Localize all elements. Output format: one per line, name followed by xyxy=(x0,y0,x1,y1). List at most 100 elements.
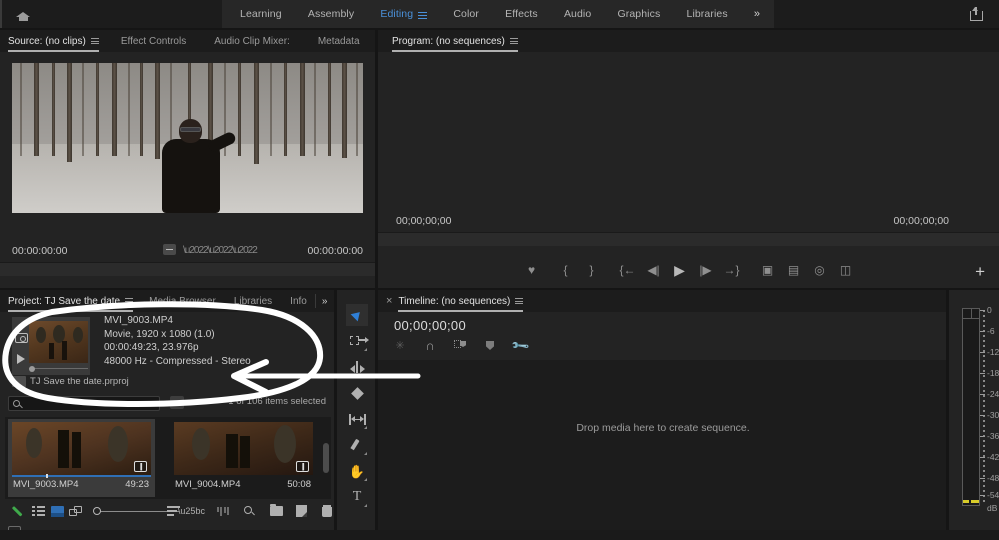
workspace-effects[interactable]: Effects xyxy=(505,8,538,20)
tab-info[interactable]: Info xyxy=(290,290,307,312)
program-panel-menu-icon[interactable] xyxy=(510,37,518,46)
source-timecode-right[interactable]: 00:00:00:00 xyxy=(308,245,363,257)
tab-media-browser[interactable]: Media Browser xyxy=(149,290,216,312)
automate-to-sequence-icon[interactable] xyxy=(213,500,232,522)
new-item-icon[interactable] xyxy=(292,500,311,522)
bin-scrollbar[interactable] xyxy=(323,443,329,473)
source-fit-button[interactable] xyxy=(163,244,176,255)
hover-scrub-icon[interactable]: ||| xyxy=(134,461,147,472)
close-icon[interactable]: × xyxy=(386,295,392,307)
tab-timeline[interactable]: Timeline: (no sequences) xyxy=(398,290,523,312)
program-mark-out-icon[interactable]: } xyxy=(579,257,605,283)
export-share-button[interactable] xyxy=(963,0,989,28)
sort-chevron-icon[interactable]: \u25bc xyxy=(183,500,199,522)
source-scrubber-track[interactable] xyxy=(0,262,377,276)
pen-tool[interactable] xyxy=(346,434,368,456)
search-input[interactable] xyxy=(8,396,160,411)
workspace-libraries[interactable]: Libraries xyxy=(687,8,728,20)
marker-icon[interactable] xyxy=(452,338,468,353)
meter-label-12: -12 xyxy=(987,347,999,357)
preview-scrubber[interactable] xyxy=(29,365,88,371)
program-tab-bar: Program: (no sequences) xyxy=(378,30,999,52)
list-item[interactable]: ||| MVI_9003.MP4 49:23 xyxy=(8,419,155,497)
program-timecode-left[interactable]: 00;00;00;00 xyxy=(396,215,451,227)
preview-thumbnail-frame[interactable] xyxy=(12,317,90,375)
source-settings-icon[interactable]: \u2022\u2022\u2022 xyxy=(183,245,257,256)
timeline-timecode[interactable]: 00;00;00;00 xyxy=(394,318,466,333)
workspace-learning[interactable]: Learning xyxy=(240,8,282,20)
source-monitor-video[interactable] xyxy=(12,63,363,213)
workspace-editing[interactable]: Editing xyxy=(380,8,413,20)
item-thumbnail: ||| xyxy=(174,422,313,475)
tab-effect-controls[interactable]: Effect Controls xyxy=(121,30,186,52)
program-comparison-view-icon[interactable]: ◫ xyxy=(833,257,859,283)
rolling-edit-tool[interactable] xyxy=(346,382,368,404)
source-panel-menu-icon[interactable] xyxy=(91,37,99,46)
home-button[interactable] xyxy=(0,0,44,28)
tab-metadata[interactable]: Metadata xyxy=(318,30,360,52)
project-tabs-overflow-icon[interactable]: » xyxy=(322,290,328,312)
audio-meters-panel: 0 -6 -12 -18 -24 -30 -36 -42 -48 -54 dB xyxy=(949,290,999,540)
tab-project[interactable]: Project: TJ Save the date xyxy=(8,290,133,312)
freeform-pen-icon[interactable] xyxy=(10,500,29,522)
program-lift-icon[interactable]: ▣ xyxy=(755,257,781,283)
linked-selection-icon[interactable]: ∩ xyxy=(422,338,438,353)
audio-meter-bars[interactable] xyxy=(962,308,980,506)
program-monitor-video[interactable] xyxy=(378,52,999,222)
meter-label-0: 0 xyxy=(987,305,992,315)
list-view-icon[interactable] xyxy=(29,500,48,522)
meter-label-54: -54 xyxy=(987,490,999,500)
item-name: MVI_9004.MP4 xyxy=(175,479,240,490)
zoom-slider[interactable] xyxy=(92,504,159,518)
tab-source[interactable]: Source: (no clips) xyxy=(8,30,99,52)
tab-audio-clip-mixer[interactable]: Audio Clip Mixer: xyxy=(214,30,290,52)
find-icon[interactable] xyxy=(240,500,259,522)
timeline-drop-area[interactable]: Drop media here to create sequence. xyxy=(378,360,948,540)
type-tool[interactable]: T xyxy=(346,486,368,508)
program-add-marker-icon[interactable]: ♥ xyxy=(519,257,545,283)
program-step-forward-icon[interactable]: |▶ xyxy=(693,257,719,283)
source-timecode-left[interactable]: 00:00:00:00 xyxy=(12,245,67,257)
program-play-icon[interactable]: ▶ xyxy=(667,257,693,283)
workspace-color[interactable]: Color xyxy=(453,8,479,20)
program-go-to-out-icon[interactable]: →} xyxy=(719,257,745,283)
tab-libraries[interactable]: Libraries xyxy=(234,290,272,312)
workspace-bar: Learning Assembly Editing Color Effects … xyxy=(222,0,774,28)
selection-tool[interactable] xyxy=(346,304,368,326)
workspace-overflow-icon[interactable]: » xyxy=(754,8,760,20)
filter-bin-content-button[interactable] xyxy=(170,396,184,409)
program-export-frame-icon[interactable]: ◎ xyxy=(807,257,833,283)
item-progress-bar[interactable] xyxy=(12,475,151,477)
new-bin-icon[interactable] xyxy=(267,500,286,522)
hover-scrub-icon[interactable]: ||| xyxy=(296,461,309,472)
snap-icon[interactable]: ✳ xyxy=(392,338,408,353)
rate-stretch-tool[interactable] xyxy=(346,408,368,430)
icon-view-icon[interactable] xyxy=(48,500,67,522)
timeline-panel-menu-icon[interactable] xyxy=(515,297,523,306)
tab-program[interactable]: Program: (no sequences) xyxy=(392,30,518,52)
status-bar xyxy=(0,530,999,540)
timeline-marker-icon[interactable] xyxy=(482,338,498,353)
program-extract-icon[interactable]: ▤ xyxy=(781,257,807,283)
person-glasses xyxy=(180,127,201,132)
camera-poster-frame-icon[interactable] xyxy=(15,333,28,343)
program-go-to-in-icon[interactable]: {← xyxy=(615,257,641,283)
hand-tool[interactable]: ✋ xyxy=(346,460,368,482)
workspace-assembly[interactable]: Assembly xyxy=(308,8,354,20)
workspace-audio[interactable]: Audio xyxy=(564,8,591,20)
play-icon[interactable] xyxy=(17,354,25,364)
freeform-view-icon[interactable] xyxy=(67,500,86,522)
program-button-editor-icon[interactable]: + xyxy=(975,262,985,282)
project-panel-menu-icon[interactable] xyxy=(125,297,133,306)
list-item[interactable]: ||| MVI_9004.MP4 50:08 xyxy=(170,419,317,497)
workspace-graphics[interactable]: Graphics xyxy=(617,8,660,20)
ripple-edit-tool[interactable] xyxy=(346,356,368,378)
program-mark-in-icon[interactable]: { xyxy=(553,257,579,283)
program-timecode-right[interactable]: 00;00;00;00 xyxy=(894,215,949,227)
program-step-back-icon[interactable]: ◀| xyxy=(641,257,667,283)
settings-wrench-icon[interactable]: 🔧 xyxy=(512,338,528,353)
program-scrubber-track[interactable] xyxy=(378,232,999,246)
workspace-menu-icon[interactable] xyxy=(418,10,427,21)
track-select-forward-tool[interactable] xyxy=(346,330,368,352)
meter-unit-label: dB xyxy=(987,503,997,513)
